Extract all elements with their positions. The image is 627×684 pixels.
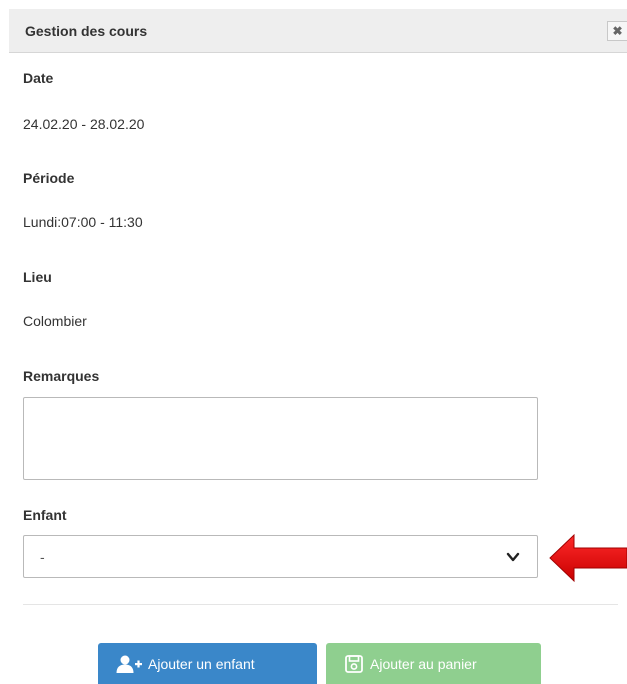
periode-value: Lundi:07:00 - 11:30 [23,214,143,230]
add-child-label: Ajouter un enfant [148,655,255,672]
close-button[interactable]: ✖ [607,21,627,41]
red-arrow-icon [549,533,627,583]
child-select-value: - [40,549,45,565]
chevron-down-icon [506,552,520,562]
close-icon: ✖ [612,24,623,38]
add-user-icon [116,655,142,673]
periode-label: Période [23,170,75,186]
add-child-button[interactable]: Ajouter un enfant [98,643,317,684]
date-value: 24.02.20 - 28.02.20 [23,116,145,132]
add-to-cart-button[interactable]: Ajouter au panier [326,643,541,684]
enfant-label: Enfant [23,507,67,523]
save-icon [345,654,363,673]
dialog-titlebar: Gestion des cours ✖ [9,9,627,53]
course-management-dialog: Gestion des cours ✖ Date 24.02.20 - 28.0… [0,0,627,684]
lieu-value: Colombier [23,313,87,329]
remarks-textarea[interactable] [23,397,538,480]
divider [23,604,618,605]
date-label: Date [23,70,54,86]
add-to-cart-label: Ajouter au panier [370,655,477,672]
child-select[interactable]: - [23,535,538,578]
dialog-title: Gestion des cours [25,23,148,39]
remarques-label: Remarques [23,368,100,384]
lieu-label: Lieu [23,269,52,285]
